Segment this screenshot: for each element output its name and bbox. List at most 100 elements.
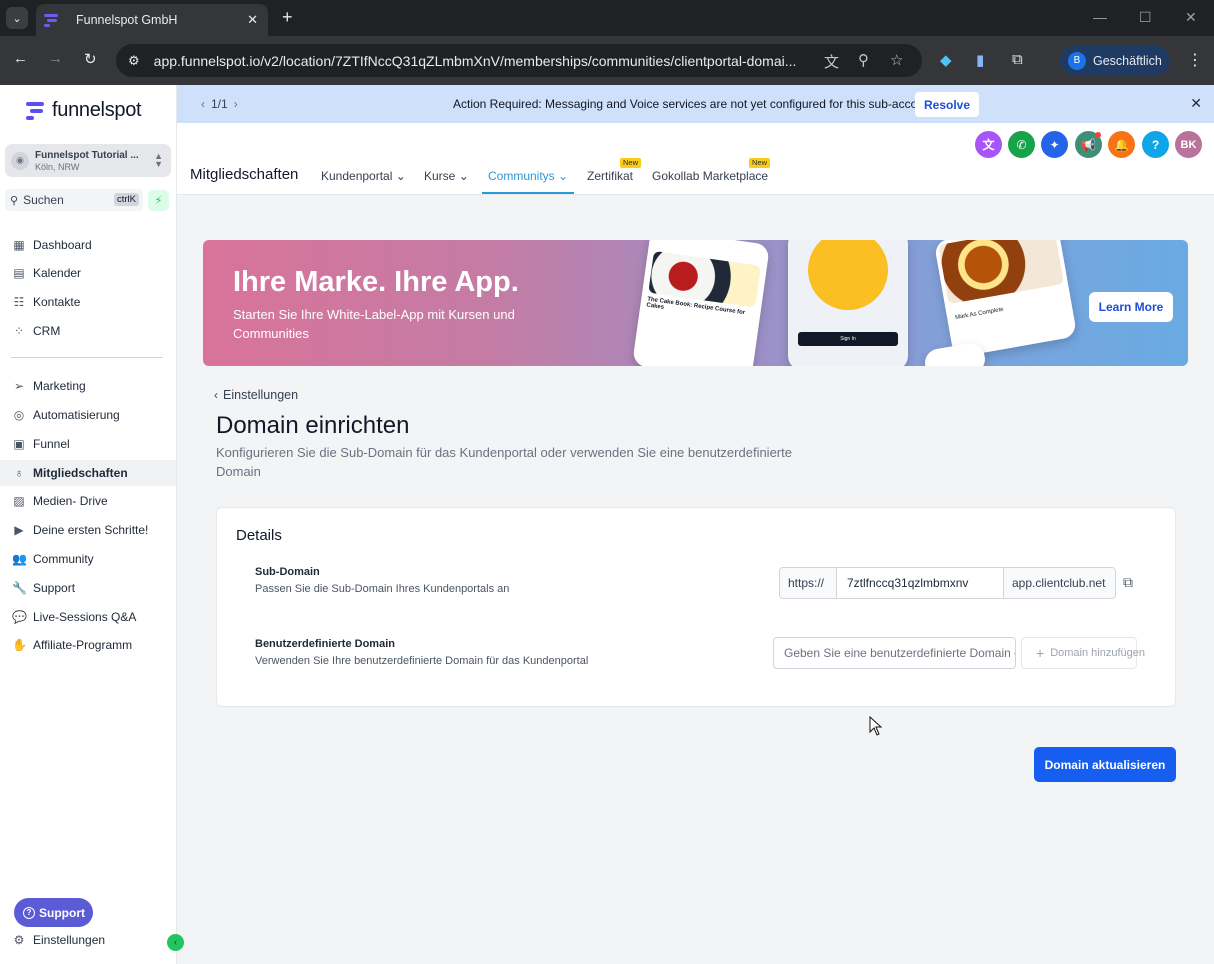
sidebar-item-erste-schritte[interactable]: ▶ Deine ersten Schritte! xyxy=(0,517,176,543)
automation-icon: ◎ xyxy=(13,408,25,422)
sidebar-item-mitgliedschaften[interactable]: ♁ Mitgliedschaften xyxy=(0,460,176,486)
copy-icon[interactable]: ⧉ xyxy=(1123,574,1133,591)
sidebar-item-label: Live-Sessions Q&A xyxy=(33,610,137,624)
next-icon[interactable]: › xyxy=(234,97,238,111)
reload-icon[interactable]: ↻ xyxy=(84,50,97,68)
sidebar-divider xyxy=(11,357,163,358)
sidebar-item-label: Einstellungen xyxy=(33,933,106,947)
sidebar-item-community[interactable]: 👥 Community xyxy=(0,546,176,572)
sidebar-item-label: Kontakte xyxy=(33,295,81,309)
hero-title: Ihre Marke. Ihre App. xyxy=(233,266,519,298)
close-banner-icon[interactable]: ✕ xyxy=(1190,95,1202,112)
card-title: Details xyxy=(236,527,282,544)
browser-tab-strip: ⌄ Funnelspot GmbH ✕ + — ☐ ✕ xyxy=(0,0,1214,36)
award-icon: ♁ xyxy=(14,466,24,480)
subdomain-input[interactable]: 7ztlfnccq31qzlmbmxnv xyxy=(836,567,1004,599)
browser-tab[interactable]: Funnelspot GmbH ✕ xyxy=(36,4,268,36)
extensions-puzzle-icon[interactable]: ⧉ xyxy=(1012,51,1023,68)
funnelspot-logo[interactable]: funnelspot xyxy=(26,99,142,122)
browser-menu-icon[interactable]: ⋮ xyxy=(1187,50,1203,70)
address-bar[interactable]: ⚙ app.funnelspot.io/v2/location/7ZTIfNcc… xyxy=(116,44,922,77)
update-domain-button[interactable]: Domain aktualisieren xyxy=(1034,747,1176,782)
sidebar: funnelspot ◉ Funnelspot Tutorial ... Köl… xyxy=(0,85,184,964)
sidebar-item-affiliate[interactable]: ✋ Affiliate-Programm xyxy=(0,632,176,658)
phone-icon[interactable]: ✆ xyxy=(1008,131,1035,158)
sidebar-item-live-sessions[interactable]: 💬 Live-Sessions Q&A xyxy=(0,604,176,630)
sidebar-item-marketing[interactable]: ➢ Marketing xyxy=(0,373,176,399)
notification-bell-icon[interactable]: 🔔 xyxy=(1108,131,1135,158)
add-domain-button[interactable]: + Domain hinzufügen xyxy=(1021,637,1145,669)
tab-communitys[interactable]: Communitys ⌄ xyxy=(488,169,568,183)
sidebar-item-automatisierung[interactable]: ◎ Automatisierung xyxy=(0,402,176,428)
prev-icon[interactable]: ‹ xyxy=(201,97,205,111)
custom-domain-label: Benutzerdefinierte Domain xyxy=(255,638,395,650)
resolve-button[interactable]: Resolve xyxy=(915,92,979,117)
custom-domain-input[interactable]: Geben Sie eine benutzerdefinierte Domain… xyxy=(773,637,1016,669)
active-tab-indicator xyxy=(482,192,574,194)
maximize-icon[interactable]: ☐ xyxy=(1139,9,1152,26)
illustration-circle xyxy=(808,240,888,310)
user-avatar[interactable]: BK xyxy=(1175,131,1202,158)
learn-more-button[interactable]: Learn More xyxy=(1089,292,1173,322)
sidebar-item-support[interactable]: 🔧 Support xyxy=(0,575,176,601)
sidebar-item-crm[interactable]: ⁘ CRM xyxy=(0,318,176,344)
tab-label: Gokollab Marketplace xyxy=(652,169,769,183)
sidebar-item-kontakte[interactable]: ☷ Kontakte xyxy=(0,289,176,315)
quick-action-bolt-icon[interactable]: ⚡ xyxy=(148,190,169,211)
forward-arrow-icon[interactable]: → xyxy=(48,50,63,67)
sidebar-item-dashboard[interactable]: ▦ Dashboard xyxy=(0,232,176,258)
sidebar-item-label: Mitgliedschaften xyxy=(33,466,128,480)
tab-title: Funnelspot GmbH xyxy=(76,13,178,27)
wrench-icon: 🔧 xyxy=(12,581,27,595)
extension-1-icon[interactable]: ◆ xyxy=(940,51,952,69)
send-icon: ➢ xyxy=(13,379,25,393)
sidebar-item-kalender[interactable]: ▤ Kalender xyxy=(0,260,176,286)
translate-icon[interactable]: 文 xyxy=(975,131,1002,158)
location-avatar-icon: ◉ xyxy=(11,151,29,170)
profile-label: Geschäftlich xyxy=(1093,53,1162,68)
ai-sparkle-icon[interactable]: ✦ xyxy=(1041,131,1068,158)
new-tab-icon[interactable]: + xyxy=(282,7,293,28)
profile-button[interactable]: B Geschäftlich xyxy=(1060,46,1170,75)
back-to-settings-link[interactable]: ‹ Einstellungen xyxy=(214,388,298,402)
browser-toolbar: ← → ↻ ⚙ app.funnelspot.io/v2/location/7Z… xyxy=(0,36,1214,85)
site-settings-icon[interactable]: ⚙ xyxy=(128,53,140,69)
sidebar-item-label: Support xyxy=(33,581,76,595)
tab-gokollab-marketplace[interactable]: Gokollab Marketplace xyxy=(652,169,768,183)
close-window-icon[interactable]: ✕ xyxy=(1185,9,1197,26)
sidebar-item-einstellungen[interactable]: ⚙ Einstellungen xyxy=(0,927,176,953)
chat-icon: 💬 xyxy=(12,610,27,624)
custom-domain-help: Verwenden Sie Ihre benutzerdefinierte Do… xyxy=(255,655,589,667)
phone-mockup-small xyxy=(922,341,988,366)
sidebar-item-funnel[interactable]: ▣ Funnel xyxy=(0,431,176,457)
sidebar-item-label: Funnel xyxy=(33,437,70,451)
translate-icon[interactable]: 文 xyxy=(824,51,839,72)
grid-icon: ▦ xyxy=(13,238,25,252)
close-tab-icon[interactable]: ✕ xyxy=(247,12,258,28)
sidebar-search[interactable]: ⚲ Suchen ctrlK xyxy=(5,189,143,211)
users-icon: 👥 xyxy=(12,552,27,566)
url-text[interactable]: app.funnelspot.io/v2/location/7ZTIfNccQ3… xyxy=(154,53,804,69)
chevron-left-icon: ‹ xyxy=(214,388,218,402)
search-icon: ⚲ xyxy=(10,194,19,207)
tab-kundenportal[interactable]: Kundenportal ⌄ xyxy=(321,169,406,183)
support-button[interactable]: ? Support xyxy=(14,898,93,927)
plus-icon: + xyxy=(1036,645,1045,661)
location-switcher[interactable]: ◉ Funnelspot Tutorial ... Köln, NRW ▲ ▼ xyxy=(5,144,171,177)
zoom-icon[interactable]: ⚲ xyxy=(858,51,869,69)
back-arrow-icon[interactable]: ← xyxy=(13,50,28,67)
add-domain-label: Domain hinzufügen xyxy=(1050,647,1145,659)
sidebar-item-medien-drive[interactable]: ▨ Medien- Drive xyxy=(0,488,176,514)
banner-pager: ‹ 1/1 › xyxy=(195,97,244,111)
help-icon[interactable]: ? xyxy=(1142,131,1169,158)
bookmark-star-icon[interactable]: ☆ xyxy=(890,51,903,69)
tab-zertifikat[interactable]: Zertifikat xyxy=(587,169,633,183)
minimize-icon[interactable]: — xyxy=(1093,9,1107,25)
collapse-sidebar-icon[interactable]: ‹ xyxy=(167,934,184,951)
extension-2-icon[interactable]: ▮ xyxy=(976,51,984,69)
crm-icon: ⁘ xyxy=(13,324,25,338)
announcement-icon[interactable]: 📢 xyxy=(1075,131,1102,158)
image-icon: ▨ xyxy=(13,494,25,508)
tab-kurse[interactable]: Kurse ⌄ xyxy=(424,169,469,183)
tab-search-icon[interactable]: ⌄ xyxy=(6,7,28,29)
